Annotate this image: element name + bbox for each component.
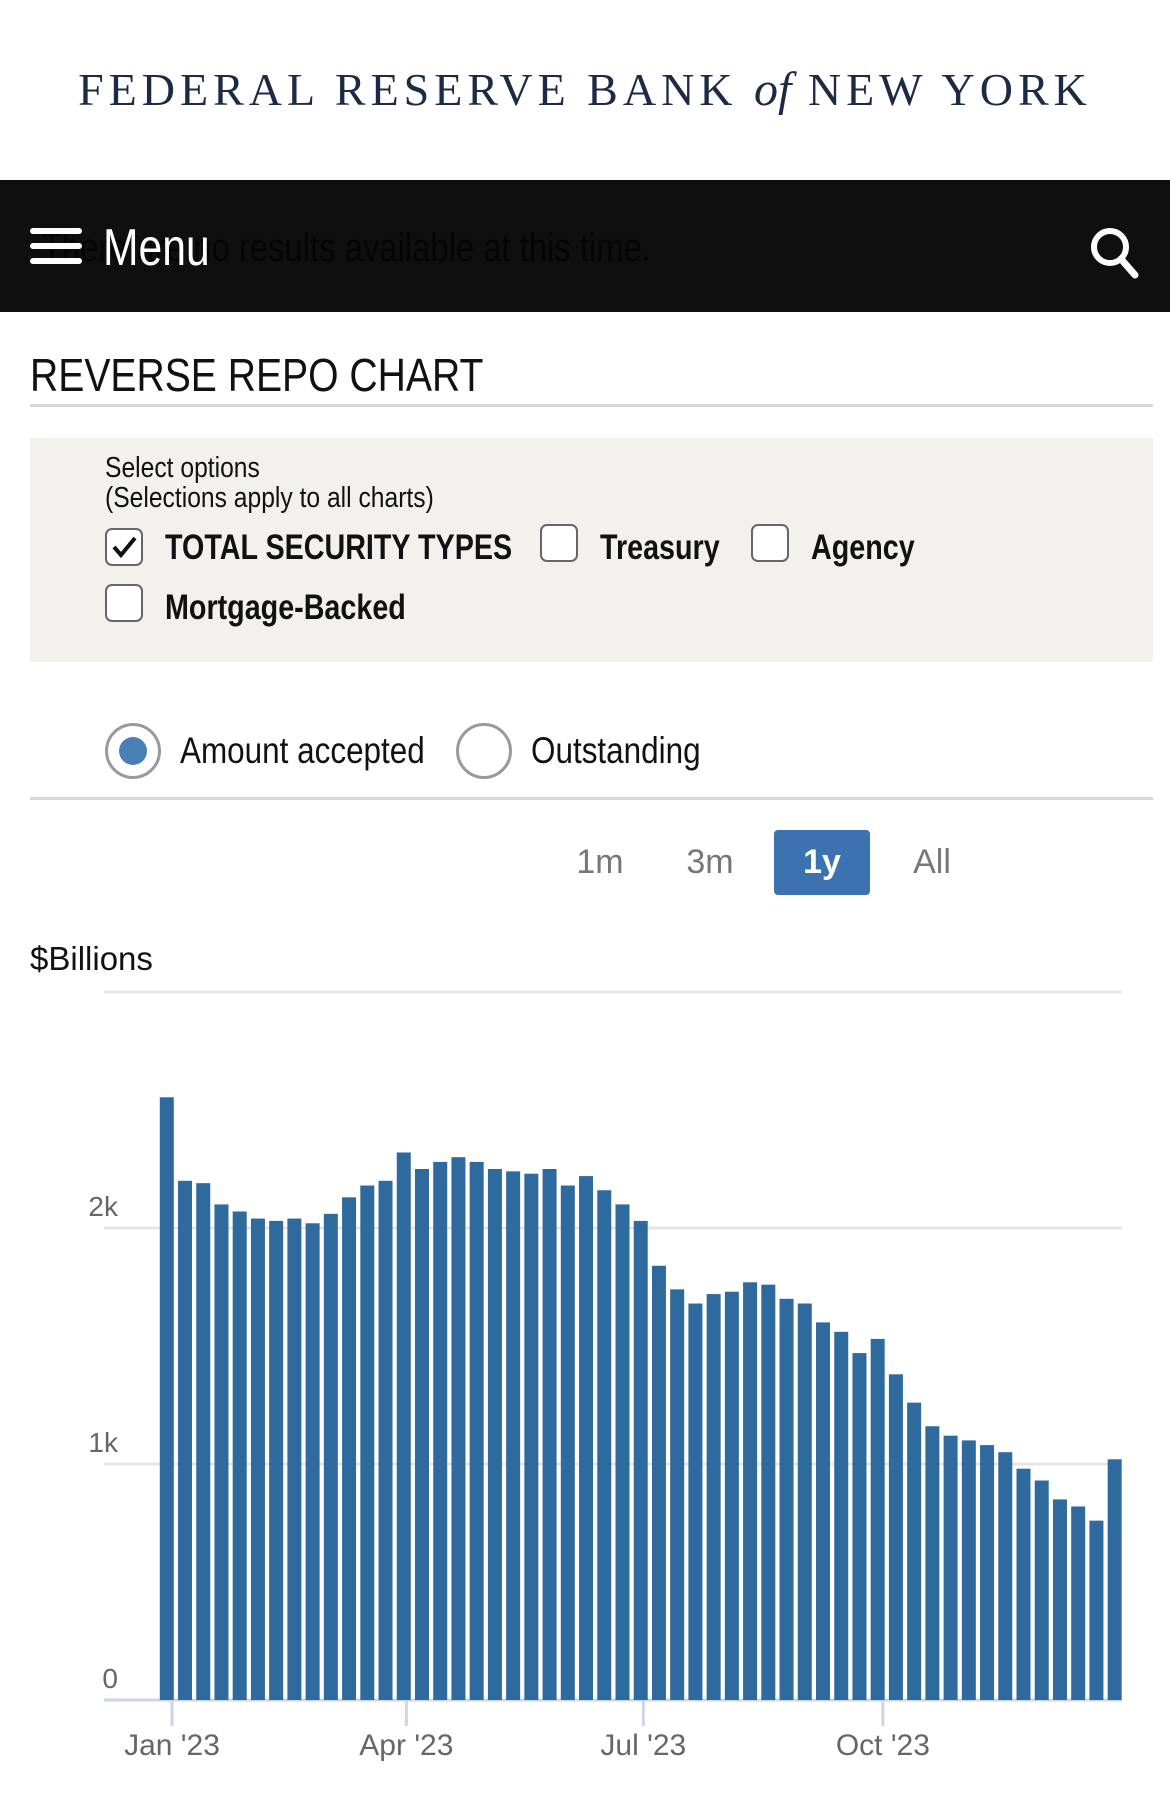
checkbox-label: Mortgage-Backed (165, 588, 406, 627)
bar (925, 1426, 940, 1700)
bar (396, 1152, 411, 1700)
range-3m-button[interactable]: 3m (670, 830, 750, 895)
checkbox-label: Treasury (600, 528, 720, 567)
menu-button[interactable]: Menu (103, 218, 210, 278)
radio-button[interactable] (105, 723, 161, 779)
bar (342, 1197, 357, 1700)
options-subheading: (Selections apply to all charts) (105, 482, 434, 514)
hamburger-icon[interactable] (30, 228, 82, 264)
y-tick-label: 2k (88, 1191, 119, 1222)
bar (506, 1171, 521, 1700)
bar (287, 1218, 302, 1700)
search-icon[interactable] (1088, 225, 1140, 281)
bar (688, 1303, 703, 1700)
bar (269, 1220, 284, 1700)
bar (615, 1204, 630, 1700)
bar (1052, 1499, 1067, 1700)
bar (816, 1322, 830, 1700)
bar (579, 1176, 594, 1700)
bar (724, 1291, 739, 1700)
bar (980, 1445, 995, 1700)
bar (196, 1183, 211, 1700)
checkbox-label: TOTAL SECURITY TYPES (165, 528, 513, 567)
divider (30, 404, 1153, 407)
radio-label: Amount accepted (180, 730, 425, 771)
bar (597, 1190, 612, 1700)
radio-label: Outstanding (531, 730, 701, 771)
bar (159, 1097, 174, 1700)
logo-text: FEDERAL RESERVE BANK (78, 64, 755, 115)
bar (1107, 1459, 1122, 1700)
y-tick-label: 1k (88, 1427, 119, 1458)
bar (998, 1452, 1013, 1700)
bar (888, 1374, 903, 1700)
bar-chart: 0 1k 2k Jan '23 Apr '23 Jul '23 Oct '23 (88, 990, 1122, 1762)
bar (779, 1298, 794, 1700)
bar (323, 1213, 338, 1700)
nav-bar: There are no results available at this t… (0, 180, 1170, 312)
bar (250, 1218, 265, 1700)
bar (232, 1211, 247, 1700)
checkbox-label: Agency (811, 528, 915, 567)
divider (30, 797, 1153, 800)
radio-button[interactable] (456, 723, 512, 779)
x-tick-label: Jul '23 (600, 1729, 686, 1762)
bar (761, 1284, 776, 1700)
x-tick-label: Jan '23 (124, 1729, 220, 1762)
bar (360, 1185, 375, 1700)
range-1m-button[interactable]: 1m (560, 830, 640, 895)
y-tick-label: 0 (102, 1663, 118, 1694)
bar (178, 1180, 193, 1700)
page-title: REVERSE REPO CHART (30, 349, 484, 401)
bar (560, 1185, 575, 1700)
bar (870, 1338, 885, 1700)
bar (670, 1289, 685, 1700)
bar (743, 1282, 758, 1700)
y-axis-title: $Billions (30, 940, 153, 977)
bar (1089, 1520, 1104, 1700)
x-tick-label: Apr '23 (359, 1729, 453, 1762)
checkbox[interactable] (540, 524, 578, 562)
bar (451, 1157, 466, 1700)
range-1y-button[interactable]: 1y (774, 830, 870, 895)
bar (1034, 1480, 1049, 1700)
checkbox[interactable] (751, 524, 789, 562)
bar (834, 1331, 849, 1700)
bar (524, 1173, 539, 1700)
options-panel: Select options (Selections apply to all … (30, 438, 1153, 662)
x-tick-label: Oct '23 (836, 1729, 930, 1762)
bar (943, 1435, 958, 1700)
bar (469, 1161, 484, 1700)
bar (414, 1169, 429, 1700)
bar (706, 1294, 721, 1700)
check-icon (112, 536, 137, 559)
bar (633, 1220, 648, 1700)
options-heading: Select options (105, 452, 260, 484)
bar (907, 1402, 922, 1700)
bar (487, 1169, 502, 1700)
checkbox[interactable] (105, 584, 143, 622)
bar (651, 1265, 666, 1700)
bar (961, 1440, 976, 1700)
logo-text-of: of (754, 63, 792, 116)
checkbox[interactable] (105, 528, 143, 566)
logo-text-end: NEW YORK (791, 64, 1092, 115)
site-logo[interactable]: FEDERAL RESERVE BANK of NEW YORK (0, 62, 1170, 117)
bar (1071, 1506, 1086, 1700)
bar (305, 1223, 320, 1700)
bar (1016, 1468, 1031, 1700)
bar (797, 1303, 812, 1700)
bar (214, 1204, 229, 1700)
bar (542, 1169, 557, 1700)
bar (852, 1353, 867, 1700)
range-all-button[interactable]: All (892, 830, 972, 895)
bar (433, 1161, 448, 1700)
bar (378, 1180, 393, 1700)
